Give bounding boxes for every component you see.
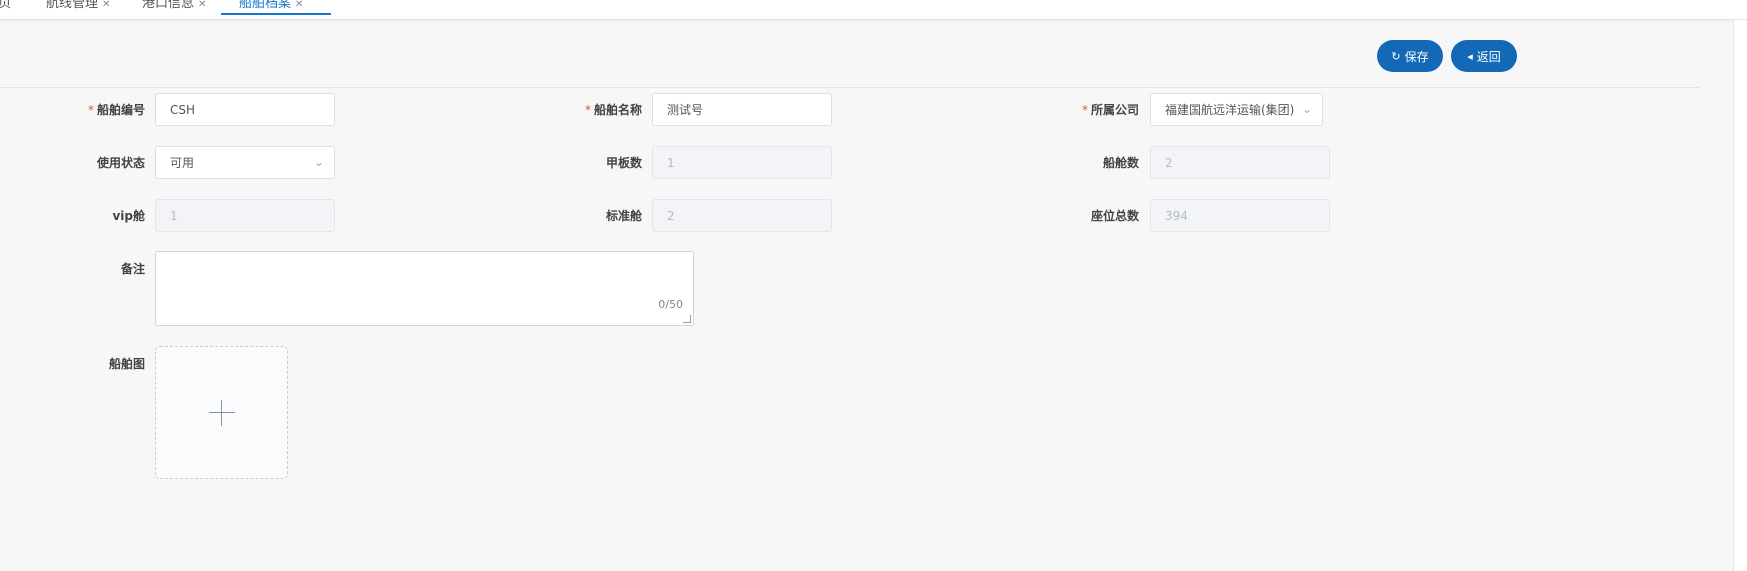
vertical-scrollbar[interactable]	[1733, 20, 1747, 571]
refresh-icon: ↻	[1391, 49, 1401, 63]
char-counter: 0/50	[658, 298, 683, 311]
close-icon[interactable]: ✕	[198, 0, 206, 10]
caret-left-icon: ◂	[1467, 49, 1473, 63]
ship-code-input[interactable]: CSH	[155, 93, 335, 126]
total-seats-input: 394	[1150, 199, 1330, 232]
label-text: 甲板数	[605, 156, 642, 170]
close-icon[interactable]: ✕	[102, 0, 110, 10]
required-mark: *	[1081, 103, 1088, 117]
ship-name-label: * 船舶名称	[542, 101, 642, 118]
standard-cabin-value: 2	[667, 208, 675, 223]
label-text: 座位总数	[1090, 209, 1139, 223]
ship-image-upload[interactable]	[155, 346, 288, 479]
vip-cabin-input: 1	[155, 199, 335, 232]
tab-label: 船舶档案	[239, 0, 292, 11]
plus-icon	[208, 399, 235, 426]
cabin-count-label: 船舱数	[1039, 154, 1139, 171]
ship-code-label: * 船舶编号	[45, 101, 145, 118]
total-seats-value: 394	[1165, 208, 1188, 223]
tab-route-management[interactable]: 航线管理 ✕	[46, 0, 110, 20]
divider	[0, 87, 1700, 88]
total-seats-label: 座位总数	[1039, 207, 1139, 224]
tab-ship-archive[interactable]: 船舶档案 ✕	[220, 0, 332, 20]
tab-label: 航线管理	[46, 0, 99, 11]
label-text: 船舶编号	[96, 103, 145, 117]
label-text: 使用状态	[96, 156, 145, 170]
company-value: 福建国航远洋运输(集团)股份	[1165, 103, 1294, 117]
save-button-label: 保存	[1404, 49, 1429, 64]
ship-code-value: CSH	[170, 102, 196, 117]
company-label: * 所属公司	[1039, 101, 1139, 118]
deck-count-label: 甲板数	[542, 154, 642, 171]
remark-textarea[interactable]: 0/50	[155, 251, 694, 326]
label-text: 船舱数	[1102, 156, 1139, 170]
tab-bar: 页 航线管理 ✕ 港口信息 ✕ 船舶档案 ✕	[0, 0, 1747, 20]
label-text: 标准舱	[605, 209, 642, 223]
deck-count-input: 1	[652, 146, 832, 179]
required-mark: *	[87, 103, 94, 117]
ship-name-value: 测试号	[667, 103, 704, 117]
standard-cabin-input: 2	[652, 199, 832, 232]
back-button-label: 返回	[1476, 49, 1501, 64]
deck-count-value: 1	[667, 155, 675, 170]
vip-cabin-label: vip舱	[45, 207, 145, 224]
back-button[interactable]: ◂ 返回	[1451, 40, 1517, 72]
vip-cabin-value: 1	[170, 208, 178, 223]
label-text: 所属公司	[1090, 103, 1139, 117]
tab-label: 港口信息	[142, 0, 195, 11]
ship-image-label: 船舶图	[45, 355, 145, 372]
label-text: vip舱	[112, 209, 145, 223]
chevron-down-icon: ⌄	[1301, 102, 1312, 116]
label-text: 备注	[120, 262, 145, 276]
label-text: 船舶图	[108, 357, 145, 371]
status-label: 使用状态	[45, 154, 145, 171]
remark-label: 备注	[45, 260, 145, 277]
company-select[interactable]: 福建国航远洋运输(集团)股份 ⌄	[1150, 93, 1323, 126]
label-text: 船舶名称	[593, 103, 642, 117]
status-value: 可用	[170, 156, 195, 170]
ship-name-input[interactable]: 测试号	[652, 93, 832, 126]
status-select[interactable]: 可用 ⌄	[155, 146, 335, 179]
chevron-down-icon: ⌄	[313, 155, 324, 169]
close-icon[interactable]: ✕	[295, 0, 303, 10]
tab-home[interactable]: 页	[0, 0, 11, 20]
required-mark: *	[584, 103, 591, 117]
standard-cabin-label: 标准舱	[542, 207, 642, 224]
cabin-count-value: 2	[1165, 155, 1173, 170]
resize-handle[interactable]	[683, 315, 691, 323]
tab-label: 页	[0, 0, 12, 11]
tab-port-info[interactable]: 港口信息 ✕	[142, 0, 206, 20]
cabin-count-input: 2	[1150, 146, 1330, 179]
save-button[interactable]: ↻ 保存	[1377, 40, 1443, 72]
